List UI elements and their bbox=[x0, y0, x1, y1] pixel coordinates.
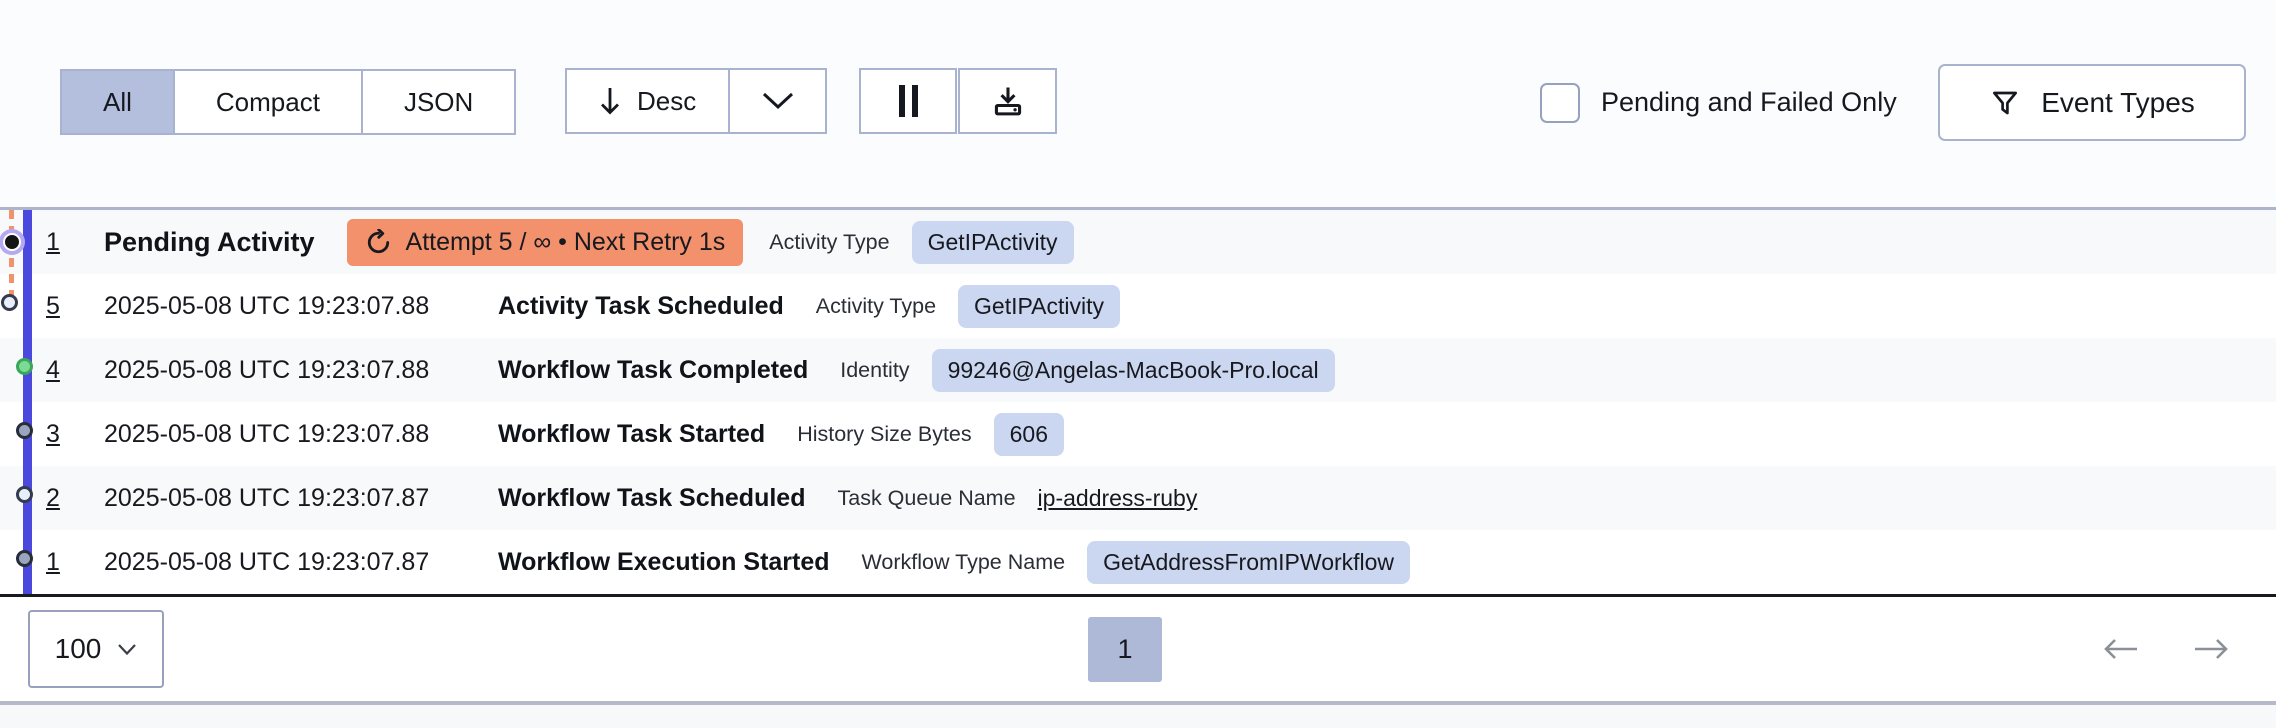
event-attr-label: Activity Type bbox=[815, 293, 937, 318]
event-attr-value[interactable]: ip-address-ruby bbox=[1038, 485, 1198, 512]
event-attr-label: Activity Type bbox=[769, 229, 890, 254]
event-status-dot bbox=[1, 294, 18, 311]
chevron-down-icon bbox=[118, 643, 137, 655]
pause-icon bbox=[898, 85, 918, 117]
funnel-icon bbox=[1993, 91, 2018, 114]
event-id-link[interactable]: 1 bbox=[46, 228, 80, 257]
event-attr-label: Workflow Type Name bbox=[861, 549, 1066, 574]
retry-icon bbox=[367, 228, 389, 253]
download-history-button[interactable] bbox=[958, 68, 1057, 134]
prev-page-button[interactable] bbox=[2094, 629, 2146, 669]
event-name: Workflow Task Scheduled bbox=[498, 483, 806, 512]
event-name: Workflow Task Completed bbox=[498, 355, 809, 384]
event-status-dot bbox=[3, 233, 21, 251]
arrow-right-icon bbox=[2195, 639, 2228, 659]
sort-order-button[interactable]: Desc bbox=[567, 70, 728, 132]
pause-autorefresh-button[interactable] bbox=[859, 68, 957, 134]
event-attr-label: History Size Bytes bbox=[797, 421, 972, 446]
event-row[interactable]: 2 2025-05-08 UTC 19:23:07.87 Workflow Ta… bbox=[0, 466, 2276, 530]
event-timestamp: 2025-05-08 UTC 19:23:07.88 bbox=[104, 291, 430, 320]
event-id-link[interactable]: 2 bbox=[46, 484, 80, 513]
event-attr-value: GetAddressFromIPWorkflow bbox=[1087, 540, 1411, 584]
event-attr-label: Identity bbox=[840, 357, 910, 382]
event-timestamp: 2025-05-08 UTC 19:23:07.88 bbox=[104, 419, 430, 448]
event-types-filter-button[interactable]: Event Types bbox=[1938, 64, 2246, 141]
event-history-table: 1 Pending Activity Attempt 5 / ∞ • Next … bbox=[0, 207, 2276, 597]
page-number-button[interactable]: 1 bbox=[1088, 617, 1162, 682]
event-attr-value: 606 bbox=[993, 412, 1064, 456]
event-timestamp: 2025-05-08 UTC 19:23:07.88 bbox=[104, 355, 430, 384]
event-attr-value: 99246@Angelas-MacBook-Pro.local bbox=[931, 348, 1335, 392]
sort-order-label: Desc bbox=[637, 85, 697, 116]
event-attr-value: GetIPActivity bbox=[958, 284, 1120, 328]
event-attr-label: Task Queue Name bbox=[837, 485, 1016, 510]
timeline-rail bbox=[23, 210, 32, 594]
pending-failed-checkbox-label: Pending and Failed Only bbox=[1601, 86, 1897, 117]
event-name: Workflow Task Started bbox=[498, 419, 766, 448]
event-id-link[interactable]: 3 bbox=[46, 420, 80, 449]
event-timestamp: 2025-05-08 UTC 19:23:07.87 bbox=[104, 483, 430, 512]
event-status-dot bbox=[16, 358, 33, 375]
event-row[interactable]: 3 2025-05-08 UTC 19:23:07.88 Workflow Ta… bbox=[0, 402, 2276, 466]
view-toggle-json[interactable]: JSON bbox=[360, 71, 515, 133]
pagination-bar: 100 1 bbox=[0, 597, 2276, 701]
event-status-dot bbox=[16, 422, 33, 439]
event-row[interactable]: 4 2025-05-08 UTC 19:23:07.88 Workflow Ta… bbox=[0, 338, 2276, 402]
event-row[interactable]: 5 2025-05-08 UTC 19:23:07.88 Activity Ta… bbox=[0, 274, 2276, 338]
event-id-link[interactable]: 4 bbox=[46, 356, 80, 385]
view-toggle-all[interactable]: All bbox=[62, 71, 173, 133]
event-name: Activity Task Scheduled bbox=[498, 291, 784, 320]
event-name: Workflow Execution Started bbox=[498, 547, 830, 576]
event-status-dot bbox=[16, 486, 33, 503]
page-size-select[interactable]: 100 bbox=[28, 610, 164, 688]
event-types-label: Event Types bbox=[2041, 86, 2195, 118]
arrow-down-icon bbox=[601, 88, 619, 115]
download-icon bbox=[994, 87, 1021, 116]
event-timestamp: 2025-05-08 UTC 19:23:07.87 bbox=[104, 547, 430, 576]
event-row[interactable]: 1 Pending Activity Attempt 5 / ∞ • Next … bbox=[0, 210, 2276, 274]
pending-failed-checkbox[interactable] bbox=[1540, 83, 1580, 123]
event-status-dot bbox=[16, 550, 33, 567]
footer-strip bbox=[0, 705, 2276, 728]
event-name: Pending Activity bbox=[104, 226, 315, 257]
retry-badge: Attempt 5 / ∞ • Next Retry 1s bbox=[346, 218, 744, 266]
arrow-left-icon bbox=[2104, 639, 2137, 659]
page-size-value: 100 bbox=[54, 633, 102, 664]
chevron-down-icon bbox=[762, 92, 793, 110]
event-attr-value: GetIPActivity bbox=[911, 220, 1074, 264]
sort-split-button: Desc bbox=[565, 68, 828, 134]
sort-options-button[interactable] bbox=[728, 70, 825, 132]
event-row[interactable]: 1 2025-05-08 UTC 19:23:07.87 Workflow Ex… bbox=[0, 530, 2276, 594]
view-toggle-compact[interactable]: Compact bbox=[172, 71, 361, 133]
next-page-button[interactable] bbox=[2186, 629, 2238, 669]
view-mode-toggle: All Compact JSON bbox=[60, 69, 517, 135]
pending-retry-dashed-line bbox=[9, 210, 14, 307]
event-id-link[interactable]: 1 bbox=[46, 548, 80, 577]
event-id-link[interactable]: 5 bbox=[46, 292, 80, 321]
retry-badge-text: Attempt 5 / ∞ • Next Retry 1s bbox=[405, 227, 726, 256]
